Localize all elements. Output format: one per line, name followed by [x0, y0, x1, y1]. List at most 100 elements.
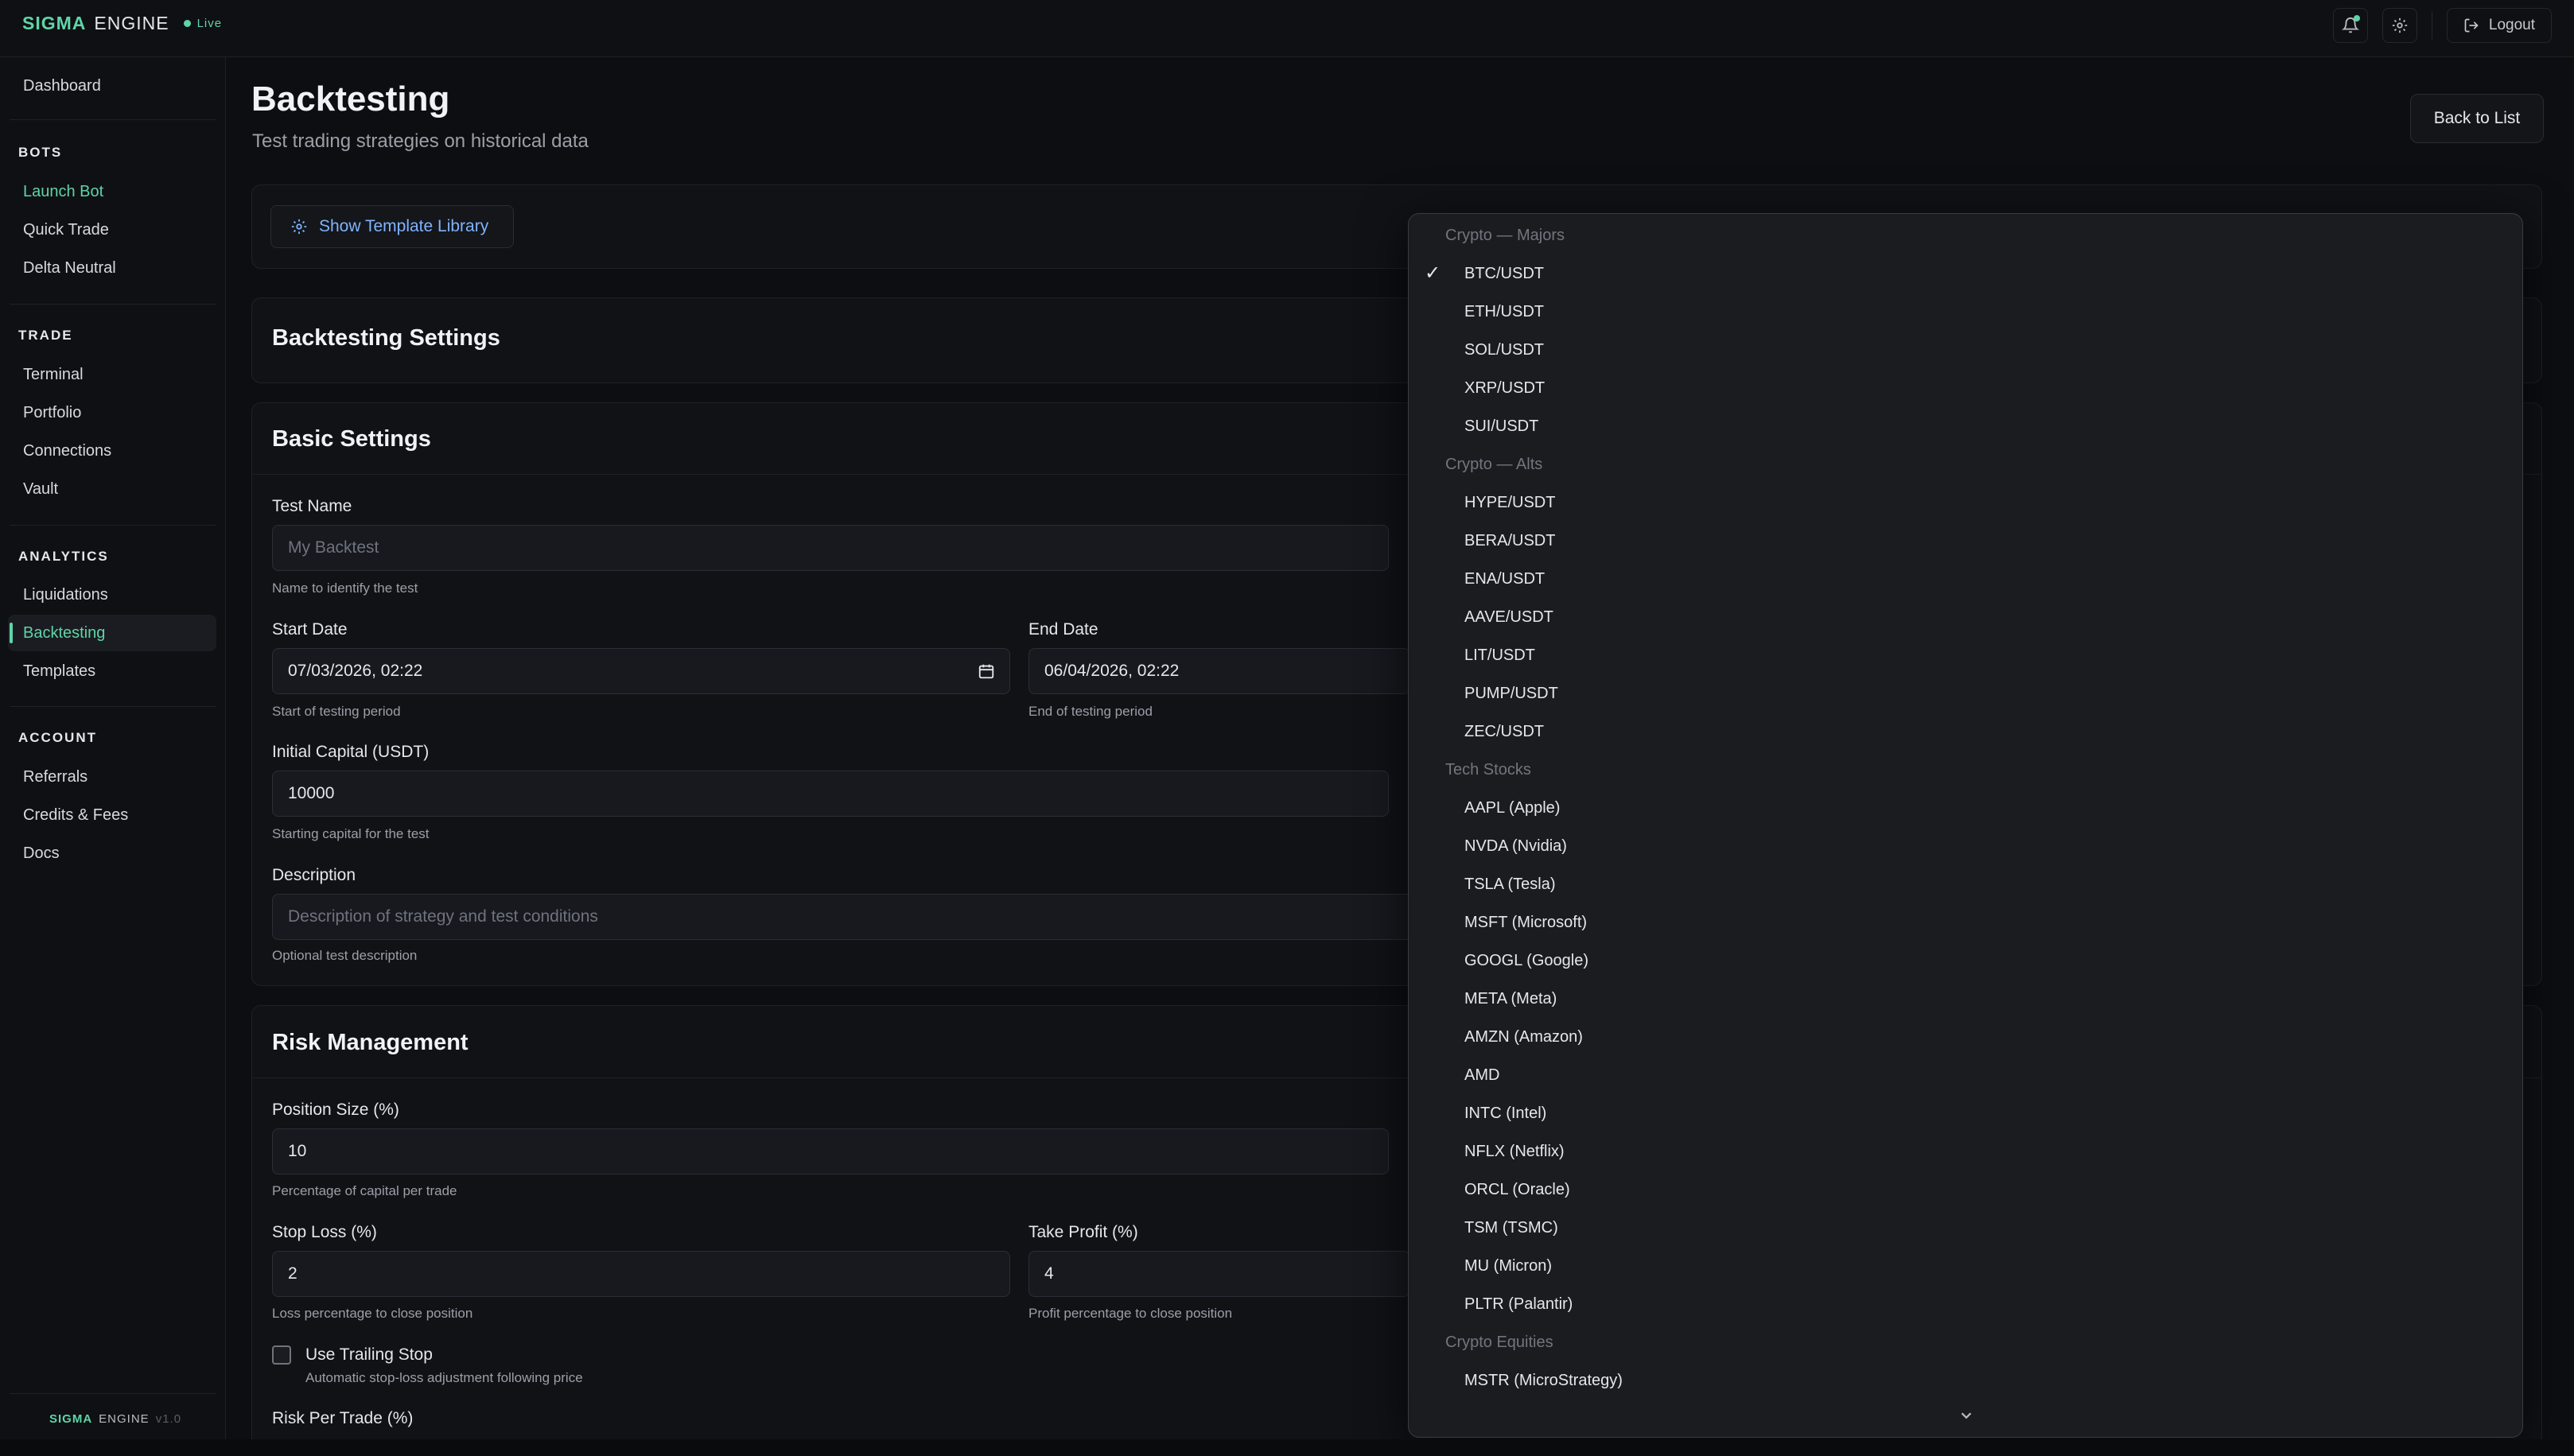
sidebar-item-quick-trade[interactable]: Quick Trade: [8, 212, 216, 248]
take-profit-input[interactable]: 4: [1028, 1251, 1410, 1297]
calendar-icon[interactable]: [978, 662, 995, 680]
sidebar-item-terminal[interactable]: Terminal: [8, 356, 216, 393]
back-to-list-button[interactable]: Back to List: [2410, 94, 2544, 143]
basic-settings-title: Basic Settings: [272, 426, 431, 452]
dropdown-option[interactable]: BTC/USDT: [1464, 265, 1544, 283]
dropdown-option[interactable]: ORCL (Oracle): [1464, 1181, 1570, 1199]
brand-secondary: ENGINE: [94, 13, 169, 33]
sidebar-item-vault[interactable]: Vault: [8, 471, 216, 507]
dropdown-option[interactable]: TSLA (Tesla): [1464, 876, 1555, 894]
sidebar-divider: [10, 304, 216, 305]
start-date-value: 07/03/2026, 02:22: [288, 662, 423, 680]
top-bar: SIGMA ENGINE Live Logout: [0, 0, 2574, 57]
sidebar-item-portfolio[interactable]: Portfolio: [8, 394, 216, 431]
position-size-label: Position Size (%): [272, 1101, 399, 1119]
sidebar: Dashboard BOTS Launch Bot Quick Trade De…: [0, 57, 226, 1456]
start-date-hint: Start of testing period: [272, 704, 401, 719]
footer-version: v1.0: [155, 1412, 182, 1426]
dropdown-option[interactable]: TSM (TSMC): [1464, 1219, 1558, 1237]
test-name-label: Test Name: [272, 497, 352, 515]
dropdown-option[interactable]: SUI/USDT: [1464, 417, 1538, 436]
dropdown-option[interactable]: GOOGL (Google): [1464, 952, 1588, 970]
dropdown-option[interactable]: XRP/USDT: [1464, 379, 1545, 398]
live-dot-icon: [183, 20, 191, 27]
sidebar-item-docs[interactable]: Docs: [8, 835, 216, 872]
sidebar-item-dashboard[interactable]: Dashboard: [8, 68, 216, 104]
stop-loss-input[interactable]: 2: [272, 1251, 1010, 1297]
dropdown-option[interactable]: MU (Micron): [1464, 1257, 1552, 1275]
position-size-input[interactable]: 10: [272, 1128, 1389, 1175]
live-status: Live: [183, 17, 223, 30]
sidebar-group-account: ACCOUNT: [18, 730, 97, 745]
symbol-dropdown-list[interactable]: Crypto — Majors ✓ BTC/USDT ETH/USDT SOL/…: [1408, 213, 2523, 1438]
sidebar-item-templates[interactable]: Templates: [8, 653, 216, 689]
sidebar-item-credits-fees[interactable]: Credits & Fees: [8, 797, 216, 833]
sidebar-group-trade: TRADE: [18, 328, 73, 343]
risk-per-trade-label: Risk Per Trade (%): [272, 1409, 414, 1427]
dropdown-option[interactable]: AAVE/USDT: [1464, 608, 1553, 627]
sidebar-item-launch-bot[interactable]: Launch Bot: [8, 173, 216, 210]
dropdown-option[interactable]: AMD: [1464, 1066, 1499, 1085]
initial-capital-input[interactable]: 10000: [272, 771, 1389, 817]
dropdown-option[interactable]: NFLX (Netflix): [1464, 1143, 1565, 1161]
dropdown-option[interactable]: SOL/USDT: [1464, 341, 1544, 359]
dropdown-option[interactable]: PLTR (Palantir): [1464, 1295, 1573, 1314]
description-hint: Optional test description: [272, 948, 418, 963]
brand-primary: SIGMA: [22, 13, 87, 33]
show-template-library-button[interactable]: Show Template Library: [270, 205, 514, 248]
sidebar-item-referrals[interactable]: Referrals: [8, 759, 216, 795]
dropdown-option[interactable]: META (Meta): [1464, 990, 1557, 1008]
dropdown-option[interactable]: AAPL (Apple): [1464, 799, 1560, 817]
end-date-input[interactable]: 06/04/2026, 02:22: [1028, 648, 1410, 694]
position-size-hint: Percentage of capital per trade: [272, 1183, 457, 1198]
dropdown-option[interactable]: INTC (Intel): [1464, 1105, 1546, 1123]
sidebar-divider: [10, 525, 216, 526]
end-date-label: End Date: [1028, 620, 1098, 639]
dropdown-group-crypto-alts: Crypto — Alts: [1445, 456, 1543, 473]
dropdown-option[interactable]: NVDA (Nvidia): [1464, 837, 1567, 856]
notification-badge: [2353, 15, 2360, 21]
stop-loss-label: Stop Loss (%): [272, 1223, 377, 1241]
sidebar-item-liquidations[interactable]: Liquidations: [8, 577, 216, 613]
dropdown-group-crypto-equities: Crypto Equities: [1445, 1334, 1553, 1351]
dropdown-option[interactable]: LIT/USDT: [1464, 646, 1535, 665]
settings-button[interactable]: [2382, 8, 2417, 43]
trailing-stop-hint: Automatic stop-loss adjustment following…: [305, 1370, 583, 1385]
initial-capital-label: Initial Capital (USDT): [272, 743, 430, 761]
risk-management-title: Risk Management: [272, 1030, 469, 1055]
sidebar-divider: [10, 1393, 216, 1394]
end-date-value: 06/04/2026, 02:22: [1044, 662, 1180, 680]
show-template-library-label: Show Template Library: [319, 217, 489, 235]
dropdown-option[interactable]: AMZN (Amazon): [1464, 1028, 1583, 1046]
sidebar-item-backtesting[interactable]: Backtesting: [8, 615, 216, 651]
gear-icon: [2392, 17, 2408, 33]
sidebar-item-delta-neutral[interactable]: Delta Neutral: [8, 250, 216, 286]
dropdown-option[interactable]: MSFT (Microsoft): [1464, 914, 1587, 932]
sidebar-divider: [10, 706, 216, 707]
dropdown-option[interactable]: HYPE/USDT: [1464, 494, 1555, 512]
chevron-down-icon[interactable]: [1958, 1407, 1975, 1424]
test-name-input[interactable]: My Backtest: [272, 525, 1389, 571]
test-name-hint: Name to identify the test: [272, 580, 418, 596]
sidebar-item-connections[interactable]: Connections: [8, 433, 216, 469]
dropdown-option[interactable]: PUMP/USDT: [1464, 685, 1558, 703]
dropdown-option[interactable]: ENA/USDT: [1464, 570, 1545, 588]
dropdown-option[interactable]: ZEC/USDT: [1464, 723, 1544, 741]
dropdown-option[interactable]: MSTR (MicroStrategy): [1464, 1372, 1623, 1390]
logout-label: Logout: [2488, 17, 2535, 33]
sidebar-group-analytics: ANALYTICS: [18, 549, 109, 564]
gear-icon: [291, 219, 307, 235]
description-input[interactable]: Description of strategy and test conditi…: [272, 894, 1417, 940]
dropdown-option[interactable]: BERA/USDT: [1464, 532, 1555, 550]
footer-brand-secondary: ENGINE: [99, 1412, 150, 1426]
take-profit-hint: Profit percentage to close position: [1028, 1306, 1233, 1321]
dropdown-option[interactable]: ETH/USDT: [1464, 303, 1544, 321]
logout-button[interactable]: Logout: [2446, 8, 2552, 43]
live-status-label: Live: [196, 17, 223, 30]
start-date-input[interactable]: 07/03/2026, 02:22: [272, 648, 1010, 694]
sidebar-footer: SIGMA ENGINE v1.0: [49, 1412, 181, 1426]
end-date-hint: End of testing period: [1028, 704, 1153, 719]
notifications-button[interactable]: [2332, 8, 2368, 43]
trailing-stop-checkbox[interactable]: [272, 1345, 291, 1365]
brand-logo[interactable]: SIGMA ENGINE Live: [22, 13, 222, 34]
